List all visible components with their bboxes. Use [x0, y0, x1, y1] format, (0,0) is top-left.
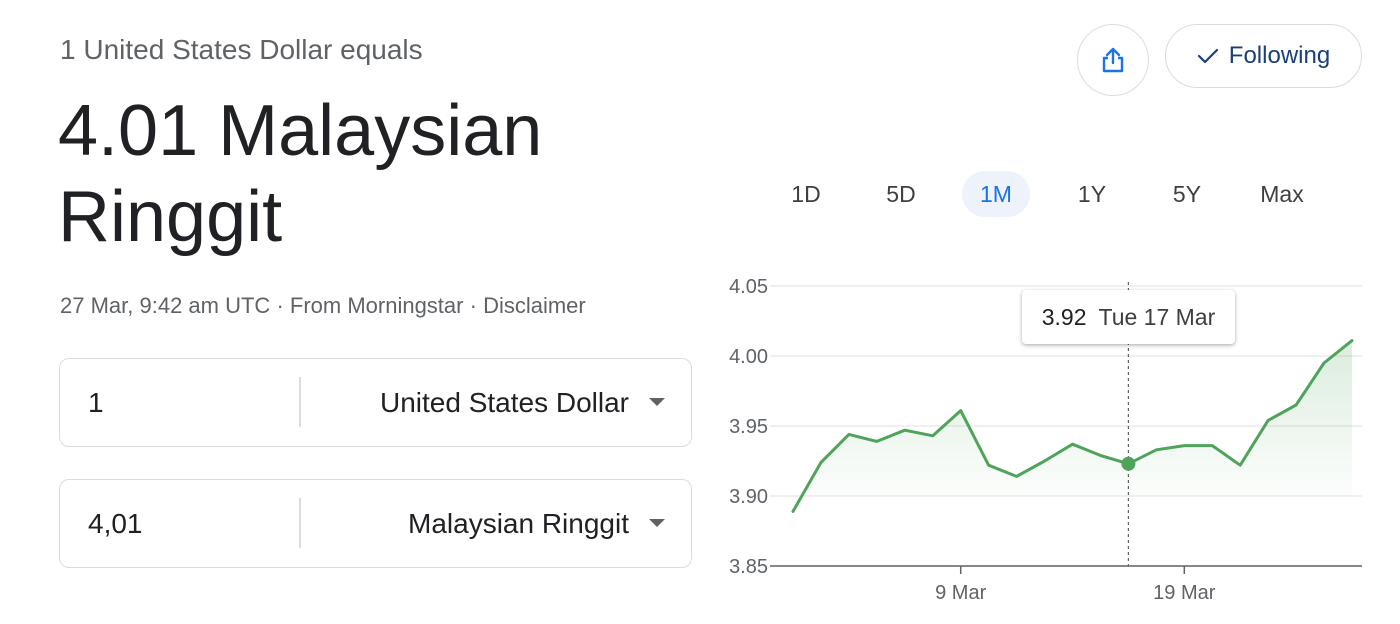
dropdown-caret-icon[interactable]: [649, 519, 665, 527]
from-amount-input[interactable]: 1: [88, 359, 104, 446]
divider: [299, 377, 301, 427]
share-icon: [1102, 47, 1124, 73]
from-currency-box: 1 United States Dollar: [59, 358, 692, 447]
divider: [299, 498, 301, 548]
following-button[interactable]: Following: [1165, 24, 1362, 88]
tooltip-value: 3.92: [1041, 303, 1087, 330]
separator: ·: [469, 293, 477, 318]
range-tab-5y[interactable]: 5Y: [1153, 171, 1221, 217]
y-tick-label: 3.95: [729, 416, 768, 438]
from-currency-select[interactable]: United States Dollar: [380, 359, 629, 446]
separator: ·: [276, 293, 284, 318]
conversion-subtitle: 1 United States Dollar equals: [60, 34, 423, 65]
hover-point: [1121, 456, 1136, 471]
y-tick-label: 3.85: [729, 556, 768, 578]
checkmark-icon: [1197, 48, 1218, 64]
to-currency-select[interactable]: Malaysian Ringgit: [408, 480, 629, 567]
disclaimer-link[interactable]: Disclaimer: [483, 293, 586, 318]
tooltip-date: Tue 17 Mar: [1098, 303, 1216, 330]
chart-tooltip: 3.92 Tue 17 Mar: [1022, 290, 1235, 344]
range-tab-max[interactable]: Max: [1248, 171, 1316, 217]
dropdown-caret-icon[interactable]: [649, 398, 665, 406]
to-amount-input[interactable]: 4,01: [88, 480, 143, 567]
conversion-meta: 27 Mar, 9:42 am UTC · From Morningstar ·…: [60, 293, 586, 319]
share-button[interactable]: [1077, 24, 1149, 96]
x-tick-label: 9 Mar: [935, 582, 986, 604]
range-tab-1y[interactable]: 1Y: [1058, 171, 1126, 217]
range-tab-1m[interactable]: 1M: [962, 171, 1030, 217]
x-tick-label: 19 Mar: [1153, 582, 1216, 604]
conversion-result: 4.01 Malaysian Ringgit: [58, 91, 543, 257]
range-tab-1d[interactable]: 1D: [772, 171, 840, 217]
y-tick-label: 4.05: [729, 276, 768, 298]
y-tick-label: 3.90: [729, 486, 768, 508]
to-currency-box: 4,01 Malaysian Ringgit: [59, 479, 692, 568]
range-tab-5d[interactable]: 5D: [867, 171, 935, 217]
y-tick-label: 4.00: [729, 346, 768, 368]
source-label: From Morningstar: [289, 293, 464, 318]
following-label: Following: [1228, 42, 1331, 69]
timestamp: 27 Mar, 9:42 am UTC: [60, 293, 271, 318]
